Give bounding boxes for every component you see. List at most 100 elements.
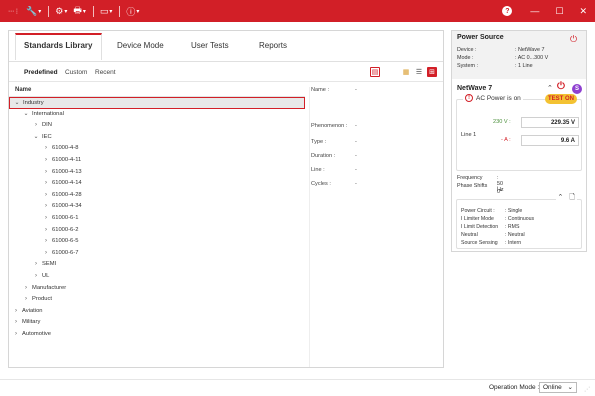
tree-item[interactable]: › Aviation [9,306,305,318]
detail-row: Duration :- [311,153,357,159]
tree-item-label: 61000-6-2 [52,226,79,233]
warning-icon: ! [465,94,473,102]
chevron-down-icon[interactable]: ⌄ [22,109,30,121]
tree-item[interactable]: › 61000-4-13 [9,167,305,179]
device-icon[interactable]: 🖶 [73,3,82,19]
chevron-right-icon[interactable]: › [42,155,50,167]
tree-item[interactable]: › 61000-6-2 [9,225,305,237]
tree-item[interactable]: ⌄ IEC [9,132,305,144]
tree-item[interactable]: › 61000-4-11 [9,155,305,167]
tree-item[interactable]: › 61000-6-7 [9,248,305,260]
chevron-down-icon[interactable]: ⌄ [32,132,40,144]
standards-tree: ⌄ Industry ⌄ International › DIN ⌄ IEC › 61000-4-… [9,97,305,340]
subtab-recent[interactable]: Recent [95,69,116,76]
standards-panel: Standards Library Device Mode User Tests… [8,30,444,368]
maximize-icon[interactable]: ☐ [555,6,563,17]
chevron-right-icon[interactable]: › [42,178,50,190]
tree-item-label: Military [22,319,41,326]
tree-item[interactable]: › Product [9,294,305,306]
subtab-custom[interactable]: Custom [65,69,87,76]
power-icon[interactable]: ⏻ [557,81,565,92]
tree-item[interactable]: › SEMI [9,259,305,271]
collapse-icon[interactable]: ⌃ [547,84,553,92]
chevron-down-icon[interactable]: ▾ [64,8,67,15]
title-bar: ⋯⋮ 🔧 ▾ ⚙ ▾ 🖶 ▾ ▭ ▾ ⓘ ▾ ? — ☐ ✕ [0,0,595,22]
tree-item[interactable]: › 61000-4-28 [9,190,305,202]
circuit-row: I Limiter Mode: Continuous [461,216,535,222]
line-label: Line 1 [461,132,477,138]
tree-item[interactable]: › 61000-6-1 [9,213,305,225]
phase-shift-row: Phase Shifts : 0° [457,183,503,195]
chevron-right-icon[interactable]: › [32,271,40,283]
chevron-right-icon[interactable]: › [12,317,20,329]
status-badge: S [572,84,582,94]
chevron-right-icon[interactable]: › [42,225,50,237]
power-source-title: Power Source [457,34,504,41]
chevron-right-icon[interactable]: › [42,248,50,260]
close-icon[interactable]: ✕ [579,6,587,17]
chevron-right-icon[interactable]: › [22,294,30,306]
subtab-predefined[interactable]: Predefined [24,69,58,76]
tree-item[interactable]: › 61000-4-8 [9,143,305,155]
flow-icon[interactable]: ⚙ [55,6,63,17]
document-view-icon[interactable]: ▤ [370,67,380,77]
chevron-right-icon[interactable]: › [42,167,50,179]
monitor-icon[interactable]: ▭ [100,6,109,17]
chevron-right-icon[interactable]: › [42,190,50,202]
tree-item-label: 61000-4-8 [52,145,79,152]
plug-icon[interactable]: ⏻ [570,34,580,44]
chevron-right-icon[interactable]: › [42,201,50,213]
wrench-icon[interactable]: 🔧 [26,6,37,17]
chevron-right-icon[interactable]: › [12,329,20,341]
tree-item[interactable]: ⌄ International [9,109,305,121]
current-value: 9.6 A [521,135,579,146]
tree-item[interactable]: › DIN [9,120,305,132]
chevron-right-icon[interactable]: › [42,236,50,248]
list-view-icon[interactable]: ☰ [414,67,424,77]
chevron-right-icon[interactable]: › [42,143,50,155]
test-on-button[interactable]: TEST ON [545,94,577,104]
grid-view-icon[interactable]: ▦ [401,67,411,77]
chevron-right-icon[interactable]: › [12,306,20,318]
chevron-down-icon[interactable]: ▾ [136,8,139,15]
tab-reports[interactable]: Reports [259,41,287,50]
tree-item[interactable]: › Manufacturer [9,283,305,295]
tree-item-label: 61000-4-28 [52,191,82,198]
tree-view-icon[interactable]: ⊞ [427,67,437,77]
ac-status-box: ! AC Power is on TEST ON Line 1 230 V : … [456,94,582,171]
tree-item[interactable]: › Military [9,317,305,329]
chevron-right-icon[interactable]: › [22,283,30,295]
chevron-right-icon[interactable]: › [32,120,40,132]
resize-grip-icon[interactable]: ⋰ [584,386,590,393]
tree-item[interactable]: › 61000-4-34 [9,201,305,213]
tab-user-tests[interactable]: User Tests [191,41,229,50]
chevron-down-icon: ⌄ [567,384,573,391]
tree-item[interactable]: › UL [9,271,305,283]
operation-mode-select[interactable]: Online ⌄ [539,382,577,393]
settings-doc-icon[interactable]: 🗋 [569,194,575,201]
power-source-panel: Power Source ⏻ Device : : NetWave 7 Mode… [451,30,587,252]
tree-item[interactable]: › 61000-4-14 [9,178,305,190]
operation-mode-label: Operation Mode : [489,384,540,391]
chevron-down-icon[interactable]: ▾ [109,8,112,15]
help-icon[interactable]: ? [502,6,513,16]
chevron-down-icon[interactable]: ▾ [38,8,41,15]
tree-item[interactable]: ⌄ Industry [9,97,305,109]
chevron-down-icon[interactable]: ▾ [83,8,86,15]
chevron-right-icon[interactable]: › [42,213,50,225]
chevron-right-icon[interactable]: › [32,259,40,271]
info-icon[interactable]: ⓘ [126,5,135,18]
tab-standards-library[interactable]: Standards Library [24,41,92,50]
tree-item-label: Manufacturer [32,284,67,291]
chevron-up-icon[interactable]: ⌃ [558,194,564,201]
detail-row: Line :- [311,167,357,173]
minimize-icon[interactable]: — [530,6,539,16]
tree-item-label: 61000-6-5 [52,238,79,245]
tree-item[interactable]: › Automotive [9,329,305,341]
circuit-row: Power Circuit :: Single [461,208,523,214]
ps-system-row: System : : 1 Line [457,63,533,69]
tab-device-mode[interactable]: Device Mode [117,41,164,50]
main-tabs: Standards Library Device Mode User Tests… [9,31,443,62]
tree-item[interactable]: › 61000-6-5 [9,236,305,248]
sub-tabs: Predefined Custom Recent ▤ ▦ ☰ ⊞ [9,62,443,82]
